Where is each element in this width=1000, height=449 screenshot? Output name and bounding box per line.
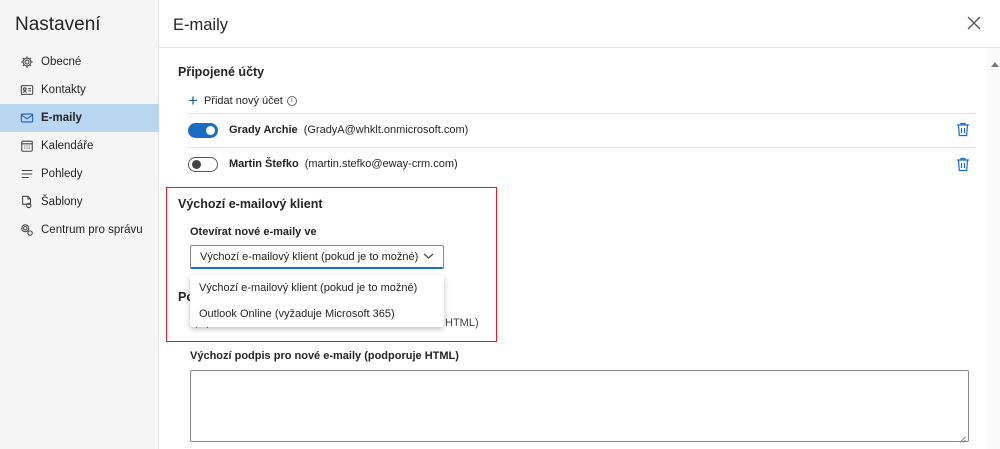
settings-nav: Obecné Kontakty E-maily Kalendáře Pohled… bbox=[0, 48, 159, 244]
trash-icon bbox=[956, 157, 970, 175]
chevron-down-icon bbox=[423, 251, 434, 261]
nav-item-templates[interactable]: Šablony bbox=[0, 188, 159, 216]
close-icon bbox=[967, 16, 981, 33]
account-toggle[interactable] bbox=[188, 122, 218, 138]
calendar-icon bbox=[19, 138, 35, 154]
gear-icon bbox=[19, 54, 35, 70]
nav-item-emails[interactable]: E-maily bbox=[0, 104, 159, 132]
account-row: Martin Štefko (martin.stefko@eway-crm.co… bbox=[188, 154, 978, 174]
add-account-label: Přidat nový účet bbox=[203, 95, 283, 107]
scroll-up-arrow-icon[interactable] bbox=[991, 62, 999, 67]
open-emails-label: Otevírat nové e-maily ve bbox=[190, 226, 317, 238]
select-value: Výchozí e-mailový klient (pokud je to mo… bbox=[200, 250, 419, 263]
account-email: (martin.stefko@eway-crm.com) bbox=[304, 158, 458, 170]
delete-account-button[interactable] bbox=[956, 122, 970, 137]
add-account-button[interactable]: + Přidat nový účet i bbox=[188, 91, 297, 110]
admin-gear-icon bbox=[19, 222, 35, 238]
nav-item-general[interactable]: Obecné bbox=[0, 48, 159, 76]
nav-item-label: Centrum pro správu bbox=[41, 224, 143, 236]
delete-account-button[interactable] bbox=[956, 157, 970, 172]
plus-icon: + bbox=[188, 91, 198, 110]
default-client-title: Výchozí e-mailový klient bbox=[178, 197, 323, 211]
open-emails-select[interactable]: Výchozí e-mailový klient (pokud je to mo… bbox=[190, 245, 444, 269]
nav-item-label: Obecné bbox=[41, 56, 82, 68]
list-lines-icon bbox=[19, 166, 35, 182]
info-icon[interactable]: i bbox=[286, 96, 297, 106]
contact-card-icon bbox=[19, 82, 35, 98]
dropdown-option[interactable]: Outlook Online (vyžaduje Microsoft 365) bbox=[190, 301, 444, 327]
nav-item-views[interactable]: Pohledy bbox=[0, 160, 159, 188]
page-title: E-maily bbox=[173, 16, 229, 34]
resize-handle-icon[interactable] bbox=[959, 432, 966, 443]
divider bbox=[188, 147, 976, 148]
hidden-checkbox-label: HTML) bbox=[445, 317, 479, 329]
nav-item-label: Pohledy bbox=[41, 168, 83, 180]
nav-item-contacts[interactable]: Kontakty bbox=[0, 76, 159, 104]
nav-item-label: Šablony bbox=[41, 196, 83, 208]
account-toggle[interactable] bbox=[188, 156, 218, 172]
close-button[interactable] bbox=[967, 16, 983, 32]
dropdown-option[interactable]: Výchozí e-mailový klient (pokud je to mo… bbox=[190, 275, 444, 301]
nav-item-admin-center[interactable]: Centrum pro správu bbox=[0, 216, 159, 244]
account-row: Grady Archie (GradyA@whklt.onmicrosoft.c… bbox=[188, 120, 978, 140]
trash-icon bbox=[956, 122, 970, 140]
nav-item-calendars[interactable]: Kalendáře bbox=[0, 132, 159, 160]
sidebar-title: Nastavení bbox=[15, 14, 101, 35]
signature-textarea[interactable] bbox=[190, 370, 969, 443]
template-icon bbox=[19, 194, 35, 210]
signature-label: Výchozí podpis pro nové e-maily (podporu… bbox=[190, 350, 459, 362]
account-name: Grady Archie bbox=[229, 124, 298, 136]
divider bbox=[188, 113, 976, 114]
account-email: (GradyA@whklt.onmicrosoft.com) bbox=[303, 124, 469, 136]
settings-sidebar: Nastavení Obecné Kontakty E-maily Kalend… bbox=[0, 0, 159, 449]
scrollbar[interactable] bbox=[987, 48, 1000, 449]
nav-item-label: Kontakty bbox=[41, 84, 86, 96]
nav-item-label: E-maily bbox=[41, 112, 82, 124]
nav-item-label: Kalendáře bbox=[41, 140, 94, 152]
panel-header: E-maily bbox=[159, 0, 1000, 48]
account-name: Martin Štefko bbox=[229, 158, 299, 170]
mail-icon bbox=[19, 110, 35, 126]
open-emails-dropdown: Výchozí e-mailový klient (pokud je to mo… bbox=[190, 275, 444, 327]
connected-accounts-title: Připojené účty bbox=[178, 65, 265, 79]
